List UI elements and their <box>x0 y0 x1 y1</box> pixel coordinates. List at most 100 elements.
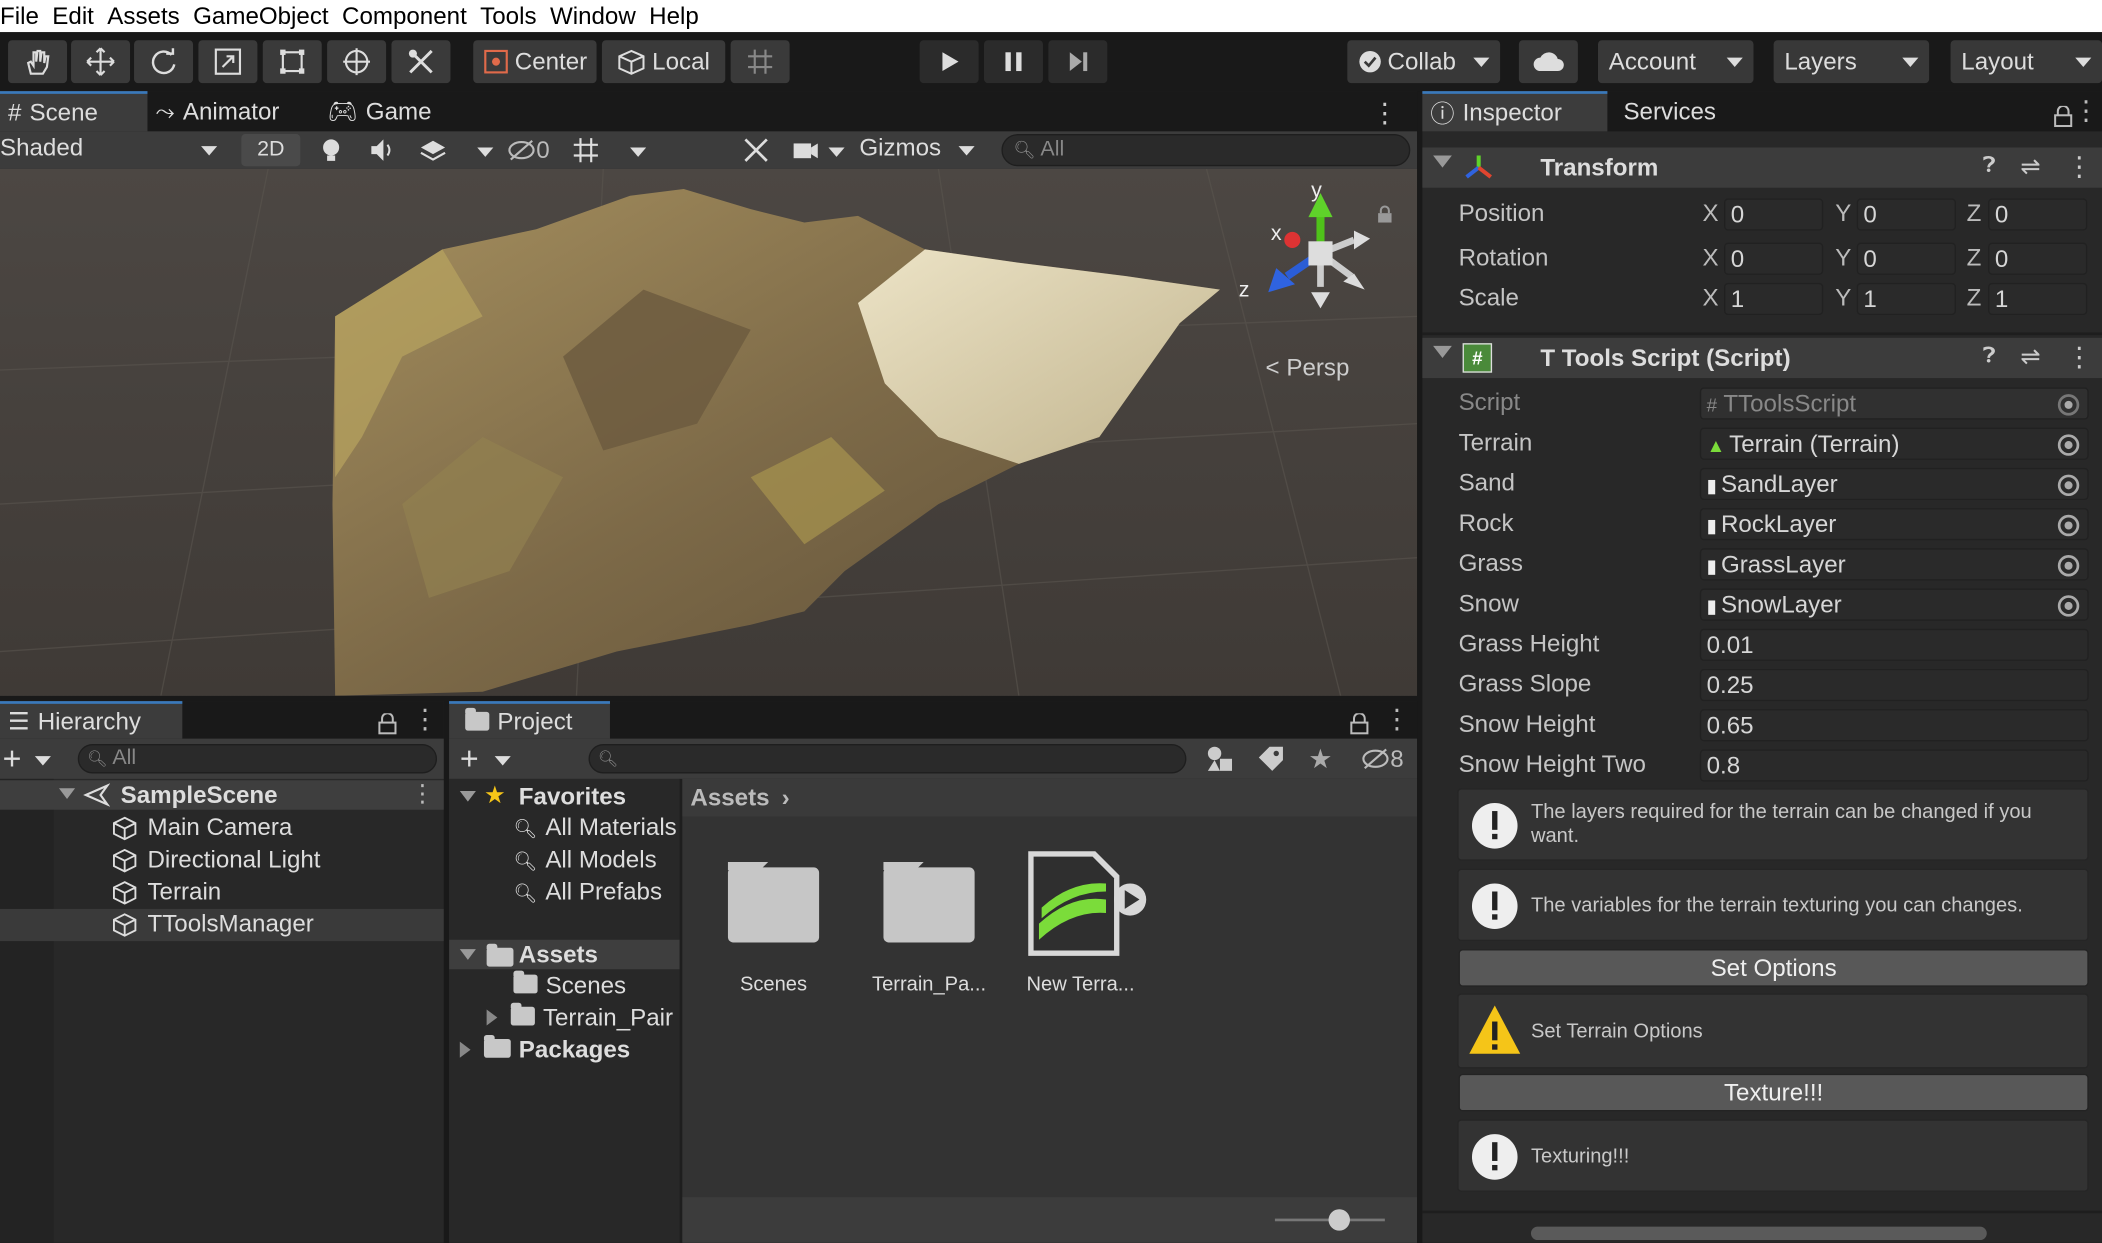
script-component-header[interactable]: # T Tools Script (Script) ❓︎ ⇌ ⋮ <box>1422 337 2102 379</box>
favorite-item[interactable]: 🔍︎ All Materials <box>513 814 679 843</box>
scene-search-input[interactable]: 🔍︎ All <box>1001 134 1411 167</box>
more-options-icon[interactable]: ⋮ <box>410 780 434 808</box>
chevron-right-icon[interactable] <box>486 1009 498 1026</box>
more-options-icon[interactable]: ⋮ <box>2073 94 2100 128</box>
menu-component[interactable]: Component <box>342 0 473 32</box>
transform-z-field[interactable]: 0 <box>1988 198 2088 231</box>
tab-inspector[interactable]: ⓘ Inspector <box>1422 91 1608 132</box>
gizmos-dropdown[interactable]: Gizmos <box>854 134 985 166</box>
hierarchy-item[interactable]: Terrain <box>0 877 444 909</box>
layout-dropdown[interactable]: Layout <box>1950 40 2102 84</box>
menu-gameobject[interactable]: GameObject <box>193 0 335 32</box>
set-options-button[interactable]: Set Options <box>1458 949 2089 987</box>
chevron-right-icon[interactable] <box>459 1041 471 1058</box>
hierarchy-item[interactable]: Directional Light <box>0 845 444 877</box>
custom-tool-button[interactable] <box>391 40 451 84</box>
move-tool-button[interactable] <box>71 40 131 84</box>
menu-help[interactable]: Help <box>649 0 705 32</box>
assets-row[interactable]: Assets <box>449 939 680 970</box>
create-dropdown[interactable]: + <box>460 741 514 778</box>
hierarchy-item[interactable]: Main Camera <box>0 812 444 844</box>
menu-assets[interactable]: Assets <box>107 0 186 32</box>
pivot-space-button[interactable]: Local <box>601 40 726 84</box>
object-field[interactable]: ▮ GrassLayer <box>1699 548 2089 581</box>
lighting-toggle[interactable] <box>316 135 351 164</box>
object-field[interactable]: ▮ SnowLayer <box>1699 588 2089 621</box>
hierarchy-search-input[interactable]: 🔍︎ All <box>77 744 438 774</box>
menu-file[interactable]: File <box>0 0 46 32</box>
tab-project[interactable]: Project <box>449 701 610 739</box>
favorite-item[interactable]: 🔍︎ All Models <box>513 846 679 875</box>
more-options-icon[interactable]: ⋮ <box>1383 702 1410 736</box>
favorite-star-button[interactable]: ★ <box>1308 743 1337 774</box>
help-icon[interactable]: ❓︎ <box>1983 154 1996 178</box>
object-field[interactable]: ▲ Terrain (Terrain) <box>1699 427 2089 460</box>
play-button[interactable] <box>919 40 979 84</box>
menu-window[interactable]: Window <box>550 0 643 32</box>
foldout-arrow-icon[interactable] <box>459 949 476 960</box>
preset-icon[interactable]: ⇌ <box>2020 153 2040 181</box>
camera-dropdown[interactable] <box>791 135 845 164</box>
more-options-icon[interactable]: ⋮ <box>1371 97 1398 131</box>
transform-x-field[interactable]: 0 <box>1724 198 1824 231</box>
hidden-objects-toggle[interactable]: 0 <box>507 134 561 166</box>
transform-x-field[interactable]: 0 <box>1724 242 1824 275</box>
create-dropdown[interactable]: + <box>3 741 57 778</box>
lock-icon[interactable] <box>2054 99 2073 137</box>
object-picker-icon[interactable] <box>2057 595 2080 617</box>
transform-y-field[interactable]: 0 <box>1856 198 1956 231</box>
object-picker-icon[interactable] <box>2057 555 2080 577</box>
transform-x-field[interactable]: 1 <box>1724 282 1824 316</box>
object-field[interactable]: ▮ SandLayer <box>1699 467 2089 501</box>
gizmo-lock-icon[interactable] <box>1375 196 1394 223</box>
audio-toggle[interactable] <box>367 135 402 164</box>
preset-icon[interactable]: ⇌ <box>2020 343 2040 371</box>
foldout-arrow-icon[interactable] <box>1433 155 1452 168</box>
asset-terrain-data[interactable]: New Terra... <box>1018 846 1147 1007</box>
scene-viewport[interactable]: y x z < Persp <box>0 168 1418 696</box>
hidden-packages-toggle[interactable]: 8 <box>1361 744 1415 773</box>
object-picker-icon[interactable] <box>2057 474 2080 497</box>
snap-grid-button[interactable] <box>730 40 790 84</box>
more-options-icon[interactable]: ⋮ <box>2066 341 2093 375</box>
search-by-type-button[interactable] <box>1205 744 1234 773</box>
tab-game[interactable]: 🎮︎ Game <box>319 91 453 131</box>
step-button[interactable] <box>1048 40 1108 84</box>
float-field[interactable]: 0.65 <box>1699 709 2089 742</box>
transform-tool-button[interactable] <box>327 40 387 84</box>
foldout-arrow-icon[interactable] <box>1433 345 1452 358</box>
transform-z-field[interactable]: 1 <box>1988 282 2088 316</box>
scene-root-row[interactable]: SampleScene ⋮ <box>0 780 444 810</box>
account-dropdown[interactable]: Account <box>1597 40 1754 84</box>
inspector-scrollbar[interactable] <box>1530 1226 1987 1241</box>
float-field[interactable]: 0.25 <box>1699 668 2089 702</box>
tab-scene[interactable]: # Scene <box>0 91 148 132</box>
foldout-arrow-icon[interactable] <box>58 788 76 799</box>
favorite-item[interactable]: 🔍︎ All Prefabs <box>513 878 679 907</box>
pause-button[interactable] <box>984 40 1043 84</box>
texture-button[interactable]: Texture!!! <box>1458 1073 2089 1112</box>
transform-z-field[interactable]: 0 <box>1988 242 2088 275</box>
tab-services[interactable]: Services <box>1607 91 1741 131</box>
hand-tool-button[interactable] <box>8 40 68 84</box>
menu-edit[interactable]: Edit <box>52 0 100 32</box>
scene-tools-button[interactable] <box>741 135 773 164</box>
grid-dropdown[interactable] <box>571 135 647 164</box>
orientation-gizmo[interactable]: y x z <box>1239 180 1394 327</box>
effects-dropdown[interactable] <box>418 135 494 164</box>
tree-folder-terrain-pair[interactable]: Terrain_Pair <box>486 1002 680 1033</box>
rect-tool-button[interactable] <box>262 40 322 84</box>
search-by-label-button[interactable] <box>1256 744 1285 773</box>
foldout-arrow-icon[interactable] <box>459 790 476 802</box>
icon-size-slider-handle[interactable] <box>1328 1209 1350 1231</box>
shading-mode-dropdown[interactable]: Shaded <box>0 134 228 166</box>
project-search-input[interactable]: 🔍︎ <box>588 744 1187 774</box>
pivot-mode-button[interactable]: Center <box>473 40 597 84</box>
float-field[interactable]: 0.01 <box>1699 628 2089 661</box>
cloud-button[interactable] <box>1518 40 1578 84</box>
transform-y-field[interactable]: 0 <box>1856 242 1956 275</box>
collab-dropdown[interactable]: Collab <box>1347 40 1501 84</box>
tab-hierarchy[interactable]: ☰ Hierarchy <box>0 701 183 739</box>
scale-tool-button[interactable] <box>198 40 258 84</box>
transform-header[interactable]: Transform ❓︎ ⇌ ⋮ <box>1422 147 2102 188</box>
